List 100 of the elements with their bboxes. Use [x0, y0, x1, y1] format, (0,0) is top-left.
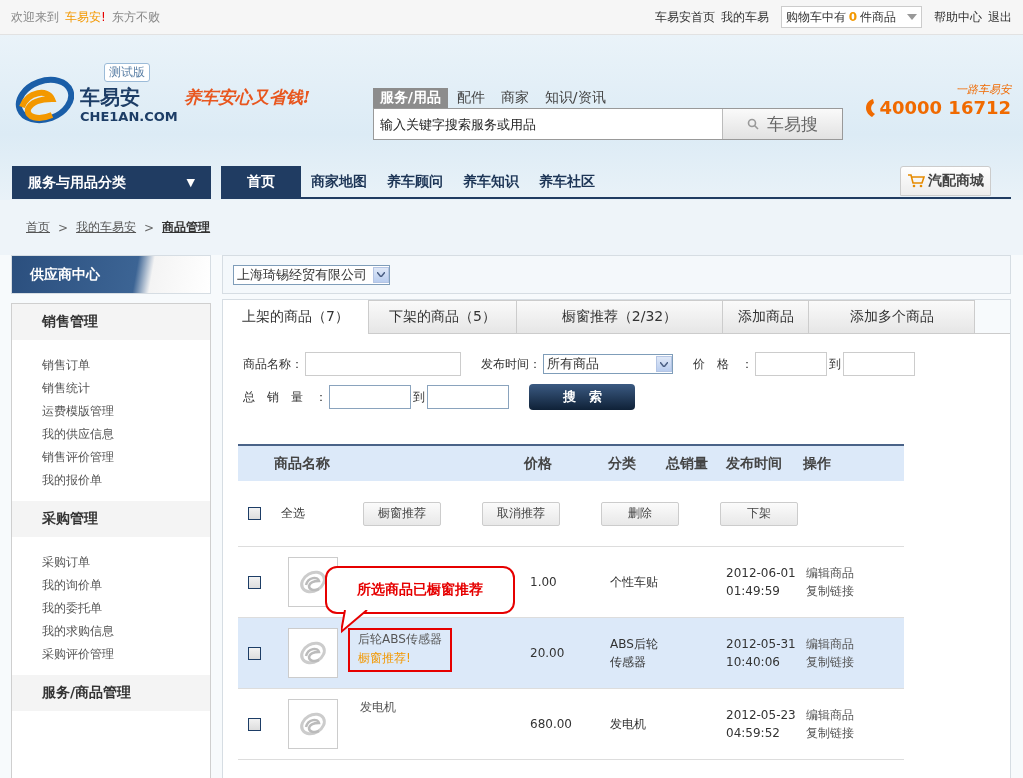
tab[interactable]: 添加多个商品 [809, 300, 975, 334]
column-header: 总销量 [666, 454, 709, 473]
select-all-label: 全选 [281, 505, 305, 522]
sidebar-link[interactable]: 销售订单 [42, 357, 210, 374]
action-button[interactable]: 删除 [601, 501, 679, 526]
product-name[interactable]: 发电机 [360, 699, 396, 716]
row-action-link[interactable]: 复制链接 [806, 653, 904, 671]
tab[interactable]: 上架的商品（7） [223, 300, 369, 334]
tab[interactable]: 下架的商品（5） [369, 300, 517, 334]
row-action-link[interactable]: 复制链接 [806, 724, 904, 742]
checkbox[interactable] [248, 507, 261, 520]
row-action-link[interactable]: 编辑商品 [806, 706, 904, 724]
search-button[interactable]: 搜 索 [529, 384, 635, 410]
nav-link[interactable]: 首页 [221, 166, 301, 197]
phone-icon [863, 97, 878, 118]
sidebar-link[interactable]: 我的求购信息 [42, 623, 210, 640]
sidebar-link[interactable]: 销售统计 [42, 380, 210, 397]
brand-link[interactable]: 车易安! [65, 8, 106, 26]
column-header: 商品名称 [274, 454, 331, 473]
welcome-text: 欢迎来到 [11, 8, 59, 26]
company-select[interactable]: 上海琦锡经贸有限公司 [233, 264, 390, 285]
tab[interactable]: 橱窗推荐（2/32） [517, 300, 723, 334]
sidebar-link[interactable]: 运费模版管理 [42, 403, 210, 420]
checkbox[interactable] [248, 717, 261, 731]
parts-mall-button[interactable]: 汽配商城 [900, 166, 991, 196]
price-min-field[interactable] [755, 352, 827, 376]
nav-link[interactable]: 养车知识 [453, 166, 529, 197]
category-cell-text: ABS后轮传感器 [610, 636, 658, 671]
sidebar-link[interactable]: 我的报价单 [42, 472, 210, 489]
sidebar-title: 供应商中心 [11, 255, 211, 294]
search-field[interactable]: 输入关键字搜索服务或用品 车易搜 [372, 108, 843, 140]
action-button[interactable]: 取消推荐 [482, 501, 560, 526]
action-button[interactable]: 下架 [720, 501, 798, 526]
username-text: 东方不败 [111, 8, 160, 26]
cart-dropdown[interactable]: 购物车中有 0 件商品 [780, 6, 922, 28]
publish-time-select[interactable]: 所有商品 [543, 354, 673, 374]
category-cell-text: 个性车贴 [610, 574, 658, 591]
sidebar-heading: 销售管理 [12, 304, 210, 340]
range-separator: 到 [829, 355, 841, 373]
search-tab[interactable]: 知识/资讯 [537, 88, 613, 108]
search-button[interactable]: 车易搜 [721, 109, 842, 139]
recommended-label: 橱窗推荐! [358, 650, 412, 667]
sidebar-link[interactable]: 采购评价管理 [42, 646, 210, 663]
time-cell-text: 01:49:59 [726, 583, 781, 600]
checkbox[interactable] [248, 575, 261, 589]
nav-link[interactable]: 养车社区 [529, 166, 605, 197]
caret-icon [907, 14, 917, 20]
sidebar-link[interactable]: 我的询价单 [42, 577, 210, 594]
nav-link[interactable]: 养车顾问 [377, 166, 453, 197]
top-link[interactable]: 帮助中心 [934, 8, 982, 26]
row-action-link[interactable]: 编辑商品 [806, 564, 904, 582]
category-menu-button[interactable]: 服务与用品分类 ▼ [12, 166, 211, 199]
time-cell-text: 10:40:06 [726, 654, 781, 671]
sales-max-field[interactable] [427, 385, 509, 409]
field-label: 总 销 量 ： [243, 388, 327, 406]
hotline-number: 40000 16712 [879, 97, 1011, 118]
sales-min-field[interactable] [329, 385, 411, 409]
top-link[interactable]: 我的车易 [720, 8, 769, 26]
breadcrumb-link[interactable]: 我的车易安 [76, 219, 137, 236]
top-link[interactable]: 车易安首页 [654, 8, 715, 26]
date-cell-text: 2012-06-01 [726, 565, 797, 582]
action-button[interactable]: 橱窗推荐 [363, 501, 441, 526]
field-label: 价 格 ： [693, 355, 753, 373]
tab[interactable]: 添加商品 [723, 300, 809, 334]
breadcrumb-link[interactable]: 首页 [26, 219, 50, 236]
field-label: 发布时间： [481, 355, 541, 373]
logo-name: 车易安 [80, 87, 141, 107]
checkbox[interactable] [248, 646, 261, 660]
tagline: 养车安心又省钱! [183, 86, 311, 109]
price-max-field[interactable] [843, 352, 915, 376]
range-separator: 到 [413, 388, 425, 406]
product-name-field[interactable] [305, 352, 461, 376]
logo-url: CHE1AN.COM [80, 108, 178, 126]
row-action-link[interactable]: 编辑商品 [806, 635, 904, 653]
beta-badge: 测试版 [104, 63, 150, 82]
search-tab[interactable]: 配件 [449, 88, 492, 108]
chevron-icon [377, 272, 385, 277]
sidebar-heading: 服务/商品管理 [12, 675, 210, 711]
row-action-link[interactable]: 复制链接 [806, 582, 904, 600]
column-header: 价格 [524, 454, 553, 473]
field-label: 商品名称： [243, 355, 303, 373]
sidebar-link[interactable]: 我的委托单 [42, 600, 210, 617]
nav-link[interactable]: 商家地图 [301, 166, 377, 197]
column-header: 发布时间 [726, 454, 783, 473]
sidebar-link[interactable]: 我的供应信息 [42, 426, 210, 443]
chevron-icon [660, 361, 668, 367]
time-cell-text: 04:59:52 [726, 725, 781, 742]
price-cell-text: 680.00 [530, 717, 573, 731]
top-link[interactable]: 退出 [988, 8, 1012, 26]
product-name[interactable]: 后轮ABS传感器 [358, 631, 442, 648]
breadcrumb-link[interactable]: 商品管理 [162, 219, 211, 236]
sidebar-link[interactable]: 销售评价管理 [42, 449, 210, 466]
sidebar-heading: 采购管理 [12, 501, 210, 537]
category-cell-text: 发电机 [610, 716, 647, 733]
breadcrumb-separator: > [58, 220, 69, 235]
search-tab[interactable]: 商家 [493, 88, 536, 108]
sidebar-link[interactable]: 采购订单 [42, 554, 210, 571]
price-cell-text: 20.00 [530, 646, 566, 660]
search-icon [746, 118, 759, 130]
column-header: 操作 [803, 454, 832, 473]
